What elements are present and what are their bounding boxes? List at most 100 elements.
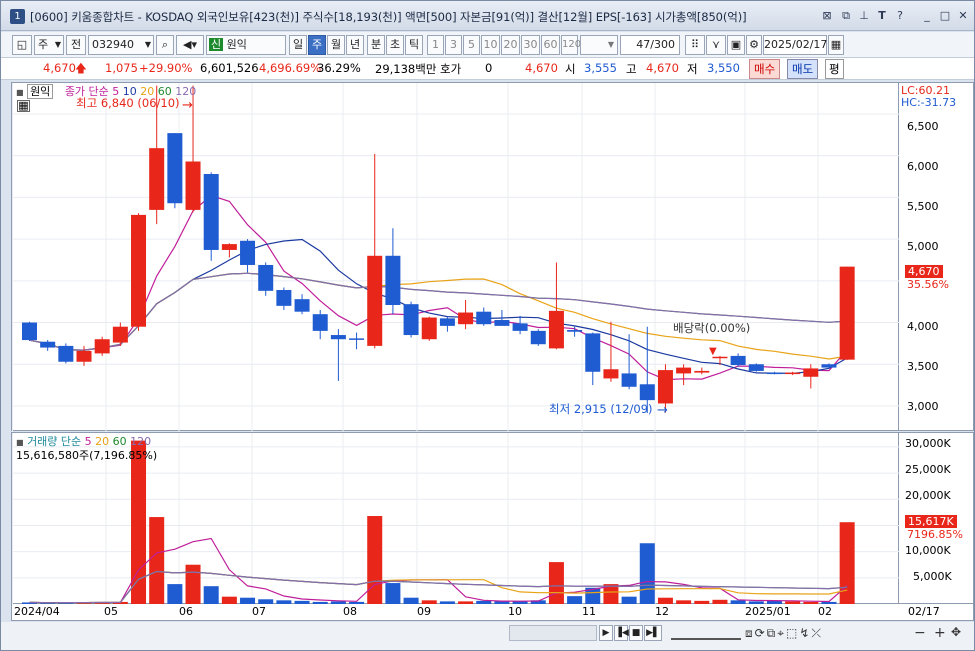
stop-icon[interactable]: ■ [629,625,643,641]
sell-button[interactable]: 매도 [787,59,819,79]
period-year[interactable]: 년 [346,35,364,55]
hoga-label: 호가 [440,62,462,76]
open-label: 시 [565,62,576,76]
volume-readout: 15,616,580주(7,196.85%) [16,449,158,462]
title-bar: 1 [0600] 키움종합차트 - KOSDAQ 외국인보유[423(천)] 주… [1,1,974,31]
grid-toggle-icon[interactable]: ▦ [17,100,30,112]
copy-window-icon[interactable]: ⧉ [838,8,854,24]
period-month[interactable]: 월 [327,35,345,55]
vol-tick-20000: 20,000K [905,489,951,502]
search-icon[interactable]: ⌕ [156,35,174,55]
volume-bar [221,596,237,604]
price-tick-3000: 3,000 [907,400,939,413]
candle-body [276,289,292,306]
interval-20[interactable]: 20 [501,35,520,55]
volume-bar [639,543,655,604]
stock-code-value: 032940 [92,38,134,51]
play-icon[interactable]: ▶ [599,625,613,641]
ma10-line [29,238,848,375]
vol-tick-5000: 5,000K [913,570,952,583]
date-end-label: 02/17 [908,605,940,618]
interval-select[interactable]: ▼ [580,35,618,55]
toolbar: ◱ 주 ▼ 전 032940 ▼ ⌕ ◀▾ 신 원익 일 주 월 년 분 초 틱 1… [1,32,974,58]
count-input[interactable]: 47/300 [620,35,680,55]
interval-30[interactable]: 30 [521,35,540,55]
period-minute[interactable]: 분 [367,35,385,55]
chart-type-icon[interactable]: ⋎ [706,35,726,55]
candle-body [258,264,274,291]
price-panel[interactable]: → → ▼ ■ 원익 종가 단순 5 10 20 60 120 ▦ 최고 6,840… [11,82,900,432]
stock-name-field[interactable]: 신 원익 [206,35,286,55]
period-select[interactable]: 주 ▼ [34,35,64,55]
chart-window: 1 [0600] 키움종합차트 - KOSDAQ 외국인보유[423(천)] 주… [0,0,975,651]
quote-bar: 4,670 🡅 1,075 +29.90% 6,601,526 4,696.69… [1,58,974,80]
candle-body [22,322,37,341]
stock-name: 원익 [226,38,247,51]
avg-button[interactable]: 평 [825,59,844,79]
high-price: 4,670 [646,61,679,75]
minimize-icon[interactable]: _ [919,8,935,24]
candle-body [839,266,855,360]
scroll-track[interactable] [509,625,597,641]
low-price: 3,550 [707,61,740,75]
last-volume-tag: 15,617K [905,515,957,528]
move-icon[interactable]: ✥ [951,625,961,639]
open-price: 3,555 [584,61,617,75]
interval-120[interactable]: 120 [561,35,581,55]
save-icon[interactable]: ▣ [727,35,745,55]
high-arrow-icon: → [182,98,193,113]
date-label: 2025/01 [745,605,791,618]
candle-body [385,255,401,306]
pin-icon[interactable]: ⊥ [856,8,872,24]
buy-button[interactable]: 매수 [749,59,781,79]
text-tool-icon[interactable]: T [874,8,890,24]
zoom-out-icon[interactable]: − [914,625,926,641]
chevron-down-icon: ▼ [144,40,151,49]
legend-name-tag[interactable]: 원익 [27,84,54,99]
period-tick[interactable]: 틱 [405,35,423,55]
candle-body [185,161,201,210]
low-label: 저 [687,62,698,76]
price-tick-5500: 5,500 [907,200,939,213]
last-icon[interactable]: ▶▌ [644,625,662,641]
date-label: 2024/04 [14,605,60,618]
price-tick-5000: 5,000 [907,240,939,253]
stock-code-input[interactable]: 032940 ▼ [88,35,154,55]
price-axis: LC:60.21 HC:-31.73 6,500 6,000 5,500 5,0… [899,82,974,431]
close-icon[interactable]: ✕ [955,8,971,24]
zoom-in-icon[interactable]: + [934,625,946,641]
calendar-icon[interactable]: ▦ [828,35,844,55]
link-icon[interactable]: ⊠ [819,8,835,24]
window-number-badge: 1 [10,9,25,24]
volume-value: 6,601,526 [200,61,259,75]
interval-1[interactable]: 1 [427,35,444,55]
volume-panel[interactable]: ■ 거래량 단순 5 20 60 120 15,616,580주(7,196.8… [11,432,900,605]
interval-60[interactable]: 60 [541,35,560,55]
first-icon[interactable]: ▐◀ [614,625,629,641]
interval-10[interactable]: 10 [481,35,500,55]
zoom-tool-icons[interactable]: ⧈⟳⧉⌖⬚↯⤫ [745,626,823,641]
candle-body [694,370,710,373]
up-arrow-icon: 🡅 [75,61,87,75]
zoom-slider[interactable] [671,626,741,640]
speaker-icon[interactable]: ◀▾ [176,35,204,55]
high-annotation: 최고 6,840 (06/10) [76,96,180,110]
help-icon[interactable]: ? [892,8,908,24]
legend-marker: ■ [16,88,24,97]
current-price: 4,670 [43,61,76,75]
date-input[interactable]: 2025/02/17 [763,35,827,55]
interval-3[interactable]: 3 [445,35,462,55]
prev-button[interactable]: 전 [66,35,86,55]
maximize-icon[interactable]: □ [937,8,953,24]
ma5-line [29,194,848,381]
layout-icon[interactable]: ◱ [12,35,32,55]
period-second[interactable]: 초 [386,35,404,55]
price-tick-6000: 6,000 [907,160,939,173]
period-week[interactable]: 주 [308,35,326,55]
candle-body [766,372,782,375]
period-day[interactable]: 일 [289,35,307,55]
interval-5[interactable]: 5 [463,35,480,55]
gear-icon[interactable]: ⚙ [746,35,762,55]
chart-tool-icon[interactable]: ⠿ [685,35,705,55]
volume-bar [621,596,637,604]
